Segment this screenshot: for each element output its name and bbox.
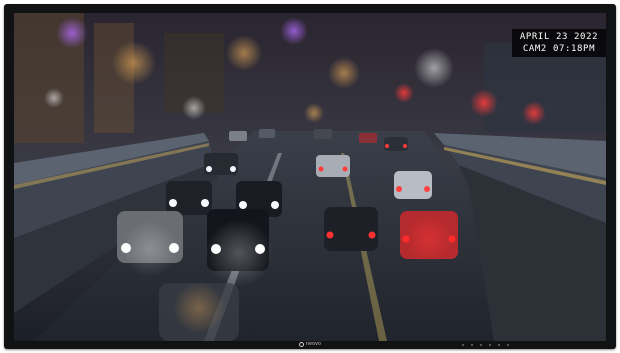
hardware-button[interactable]: [471, 344, 473, 346]
brand-mark-icon: [299, 341, 304, 347]
brand-logo: neovo: [299, 340, 321, 348]
power-button[interactable]: [507, 344, 509, 346]
brand-name: neovo: [306, 341, 322, 347]
traffic-camera-image: [14, 13, 606, 341]
monitor-bezel: APRIL 23 2022 CAM2 07:18PM neovo: [4, 4, 616, 349]
overlay-date: APRIL 23 2022: [519, 32, 599, 42]
hardware-button[interactable]: [462, 344, 464, 346]
timestamp-overlay: APRIL 23 2022 CAM2 07:18PM: [512, 29, 606, 57]
camera-feed-screen: APRIL 23 2022 CAM2 07:18PM: [14, 13, 606, 341]
hardware-button[interactable]: [498, 344, 500, 346]
hardware-buttons: [462, 344, 509, 346]
hardware-button[interactable]: [480, 344, 482, 346]
overlay-camera-time: CAM2 07:18PM: [522, 44, 596, 54]
hardware-button[interactable]: [489, 344, 491, 346]
